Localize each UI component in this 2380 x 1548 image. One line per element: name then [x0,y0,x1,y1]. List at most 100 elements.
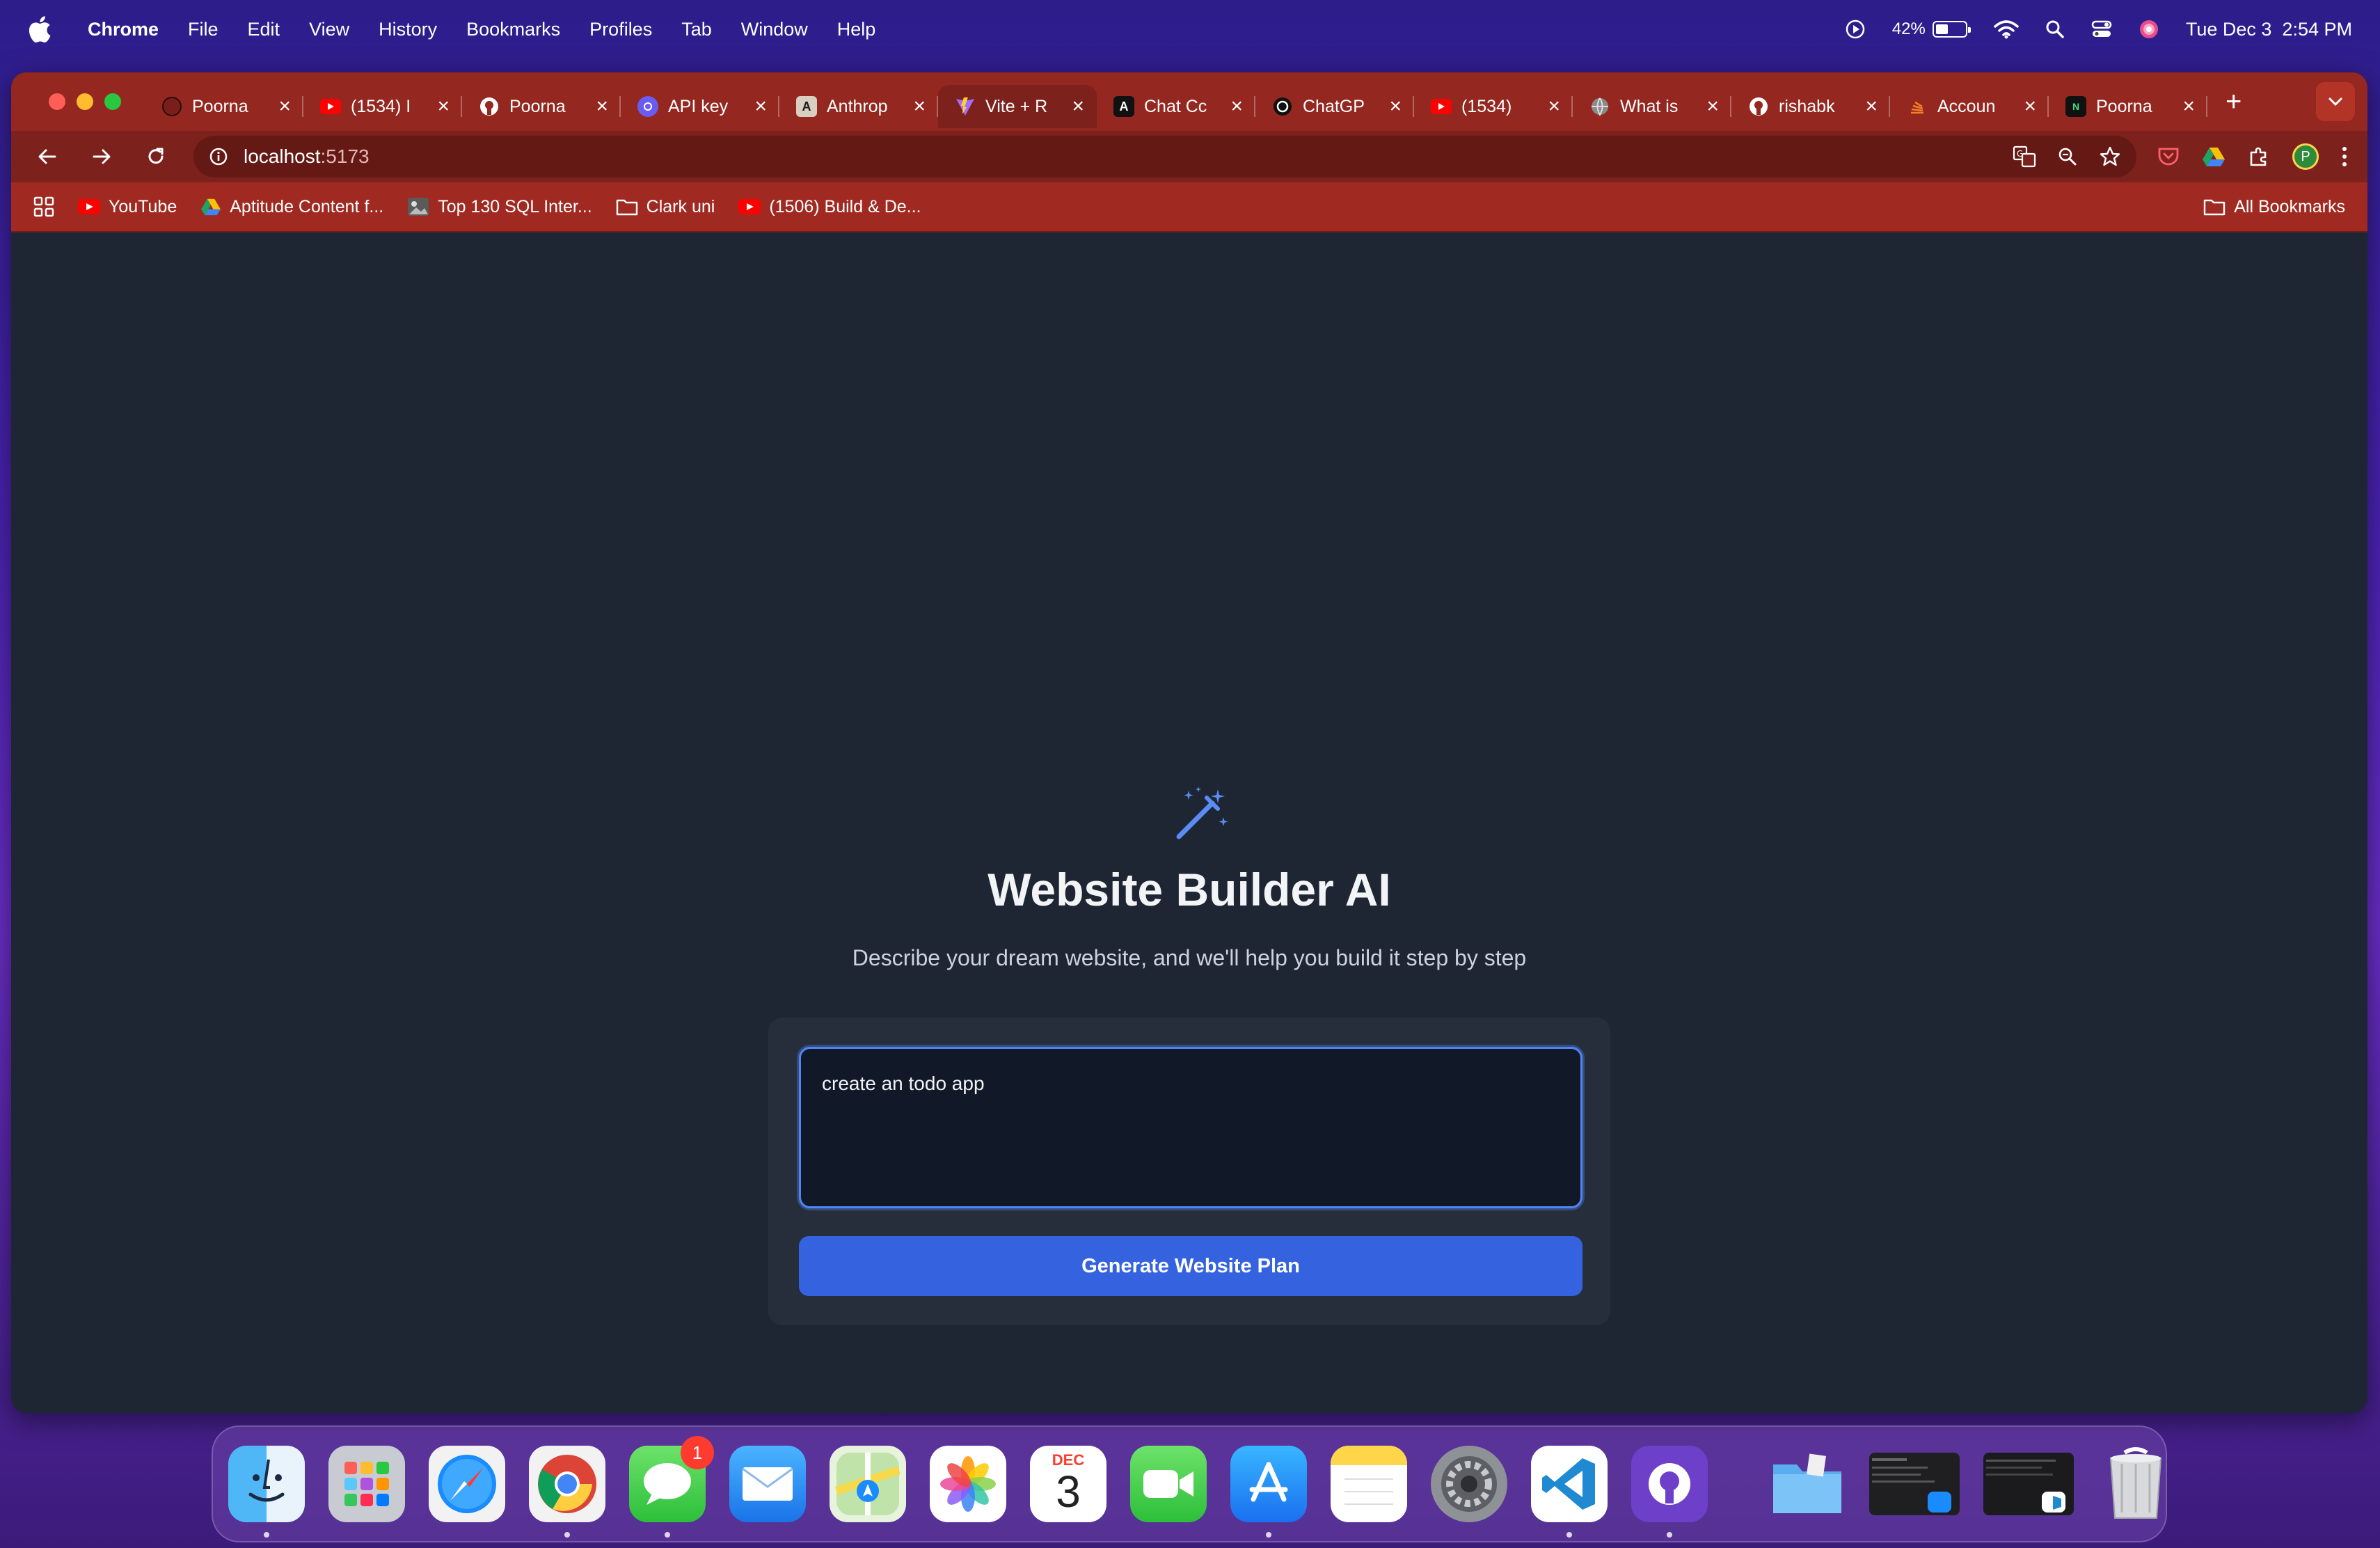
apple-icon[interactable] [28,15,51,43]
dock-system-settings[interactable] [1431,1446,1507,1522]
menu-view[interactable]: View [309,19,349,40]
close-tab-icon[interactable]: × [754,96,767,117]
back-button[interactable] [31,140,64,173]
image-thumbnail-icon [408,198,429,216]
launchpad-icon [344,1462,389,1506]
menubar-clock[interactable]: Tue Dec 3 2:54 PM [2186,19,2352,40]
tab-leetcode-poorna[interactable]: N Poorna × [2049,85,2207,128]
close-tab-icon[interactable]: × [1548,96,1560,117]
tab-chatgpt[interactable]: ChatGP × [1255,85,1414,128]
tab-github-poorna-1[interactable]: Poorna × [145,85,303,128]
tab-search-button[interactable] [2316,82,2355,121]
maximize-window-button[interactable] [104,93,121,110]
tab-api-keys[interactable]: API key × [621,85,779,128]
dock-messages[interactable]: 1 [629,1436,714,1538]
close-window-button[interactable] [49,93,65,110]
profile-avatar[interactable]: P [2292,143,2319,170]
url-text[interactable]: localhost:5173 [244,145,370,168]
close-tab-icon[interactable]: × [1389,96,1402,117]
menu-edit[interactable]: Edit [248,19,280,40]
menu-window[interactable]: Window [741,19,808,40]
close-tab-icon[interactable]: × [2024,96,2036,117]
close-tab-icon[interactable]: × [1706,96,1719,117]
menu-profiles[interactable]: Profiles [589,19,652,40]
bookmark-folder-clark-uni[interactable]: Clark uni [616,197,715,217]
github-icon [1649,1463,1690,1505]
tab-github-rishabk[interactable]: rishabk × [1731,85,1890,128]
dock-window-thumbnail-chrome[interactable] [1869,1453,1960,1515]
dock-safari[interactable] [429,1446,505,1522]
tab-youtube-1534-a[interactable]: (1534) I × [303,85,462,128]
menu-help[interactable]: Help [837,19,876,40]
website-description-input[interactable]: create an todo app [799,1047,1582,1208]
close-tab-icon[interactable]: × [1230,96,1243,117]
dock-notes[interactable] [1331,1446,1407,1522]
bookmark-build-and-deploy[interactable]: (1506) Build & De... [738,197,921,217]
url-host: localhost [244,145,321,167]
menu-file[interactable]: File [188,19,219,40]
address-bar[interactable]: localhost:5173 G [193,136,2136,177]
close-tab-icon[interactable]: × [913,96,926,117]
all-bookmarks-label: All Bookmarks [2234,196,2345,216]
close-tab-icon[interactable]: × [437,96,450,117]
bookmark-top-130-sql[interactable]: Top 130 SQL Inter... [407,197,592,217]
play-circle-icon[interactable] [1845,19,1866,40]
control-center-icon[interactable] [2091,19,2112,39]
menu-bookmarks[interactable]: Bookmarks [466,19,560,40]
google-drive-icon[interactable] [2202,146,2226,167]
close-tab-icon[interactable]: × [278,96,291,117]
pocket-icon[interactable] [2157,146,2180,167]
battery-status[interactable]: 42% [1892,19,1971,39]
close-tab-icon[interactable]: × [1865,96,1878,117]
close-tab-icon[interactable]: × [2182,96,2195,117]
dock-downloads-folder[interactable] [1769,1446,1846,1522]
generate-website-plan-button[interactable]: Generate Website Plan [799,1236,1582,1296]
site-info-icon[interactable] [209,147,228,166]
spotlight-search-icon[interactable] [2045,19,2065,39]
translate-icon[interactable]: G [2013,145,2036,168]
dock-photos[interactable] [930,1446,1006,1522]
more-menu-icon[interactable] [2341,145,2348,168]
new-tab-button[interactable]: + [2226,86,2242,118]
dock-facetime[interactable] [1130,1446,1207,1522]
dock-window-thumbnail-vscode[interactable] [1983,1453,2074,1515]
photos-flower-icon [940,1456,996,1512]
extensions-puzzle-icon[interactable] [2248,145,2270,168]
forward-button[interactable] [85,140,118,173]
gear-icon [1441,1456,1497,1512]
tab-what-is[interactable]: What is × [1573,85,1731,128]
zoom-icon[interactable] [2057,146,2078,167]
bookmark-star-icon[interactable] [2099,145,2121,168]
all-bookmarks-button[interactable]: All Bookmarks [2203,197,2345,217]
dock-maps[interactable] [830,1446,906,1522]
dock-vscode[interactable] [1531,1446,1608,1538]
dock-launchpad[interactable] [328,1446,405,1522]
maps-icon [835,1453,901,1515]
dock-mail[interactable] [729,1446,806,1522]
dock-app-store[interactable] [1230,1446,1307,1538]
tab-account[interactable]: Accoun × [1890,85,2049,128]
svg-text:G: G [2017,149,2023,159]
wifi-icon[interactable] [1994,19,2019,39]
apps-grid-icon[interactable] [33,196,54,217]
reload-button[interactable] [139,140,173,173]
siri-icon[interactable] [2139,19,2159,40]
tab-chat-claude[interactable]: A Chat Cc × [1097,85,1255,128]
dock-calendar[interactable]: DEC 3 [1030,1446,1106,1522]
minimize-window-button[interactable] [77,93,93,110]
tab-youtube-1534-b[interactable]: (1534) × [1414,85,1573,128]
dock-finder[interactable] [228,1446,305,1538]
menu-tab[interactable]: Tab [681,19,712,40]
close-tab-icon[interactable]: × [596,96,608,117]
dock-chrome[interactable] [529,1446,605,1538]
bookmark-youtube[interactable]: YouTube [78,197,177,217]
dock-trash[interactable] [2097,1446,2174,1522]
menu-history[interactable]: History [379,19,437,40]
dock-github-desktop[interactable] [1631,1446,1708,1538]
menu-app-name[interactable]: Chrome [88,19,159,40]
close-tab-icon[interactable]: × [1072,96,1084,117]
tab-anthropic[interactable]: A Anthrop × [779,85,938,128]
bookmark-aptitude-content[interactable]: Aptitude Content f... [200,197,383,217]
tab-vite-react-active[interactable]: Vite + R × [938,85,1097,128]
tab-github-poorna-2[interactable]: Poorna × [462,85,621,128]
